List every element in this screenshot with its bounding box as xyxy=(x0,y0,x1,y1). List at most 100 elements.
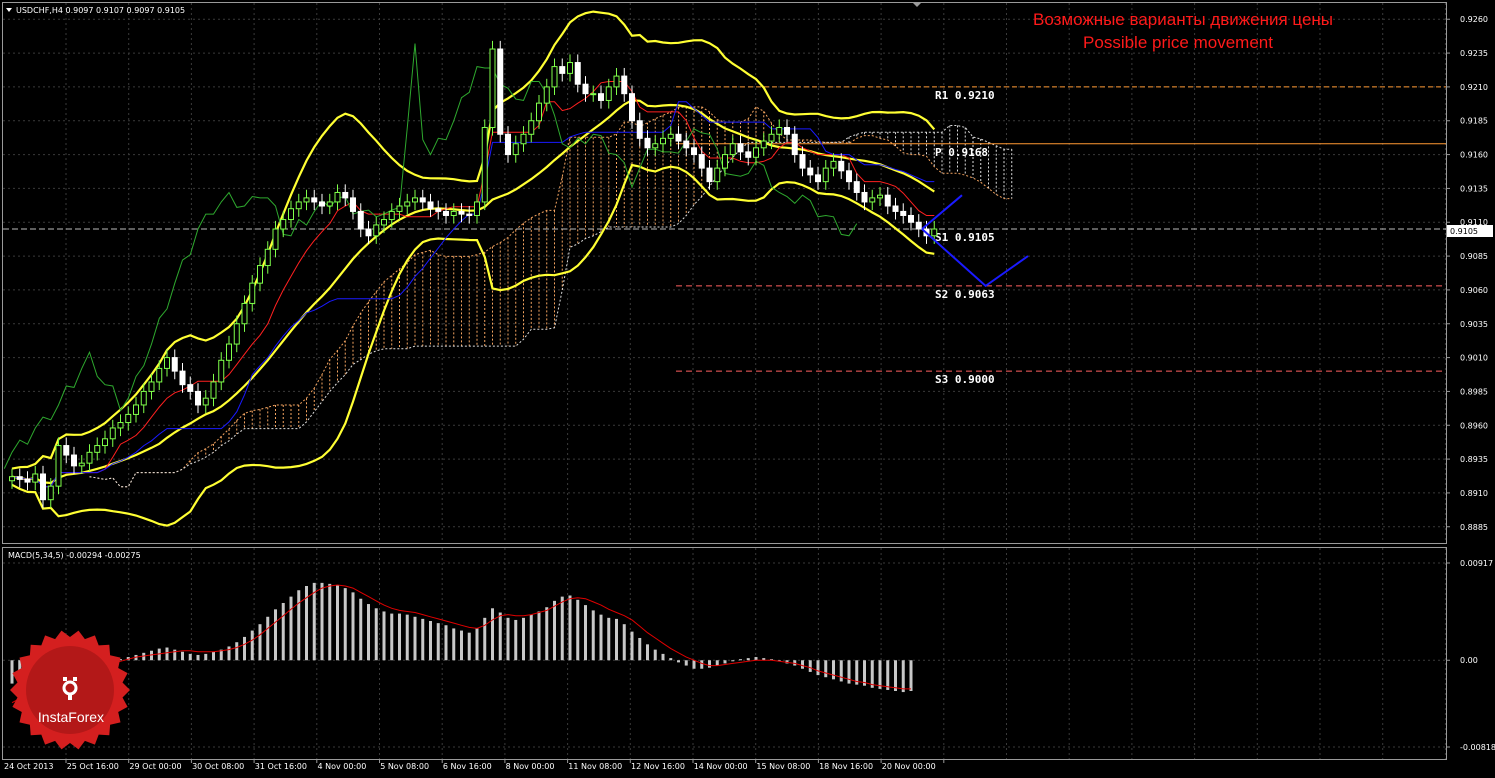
candle-body xyxy=(264,248,271,267)
candle-body xyxy=(489,48,496,129)
time-tick-label: 5 Nov 08:00 xyxy=(380,762,429,771)
candle-body xyxy=(629,93,635,122)
candle-body xyxy=(543,86,550,104)
candle-body xyxy=(202,397,209,406)
candle-body xyxy=(226,343,232,361)
time-tick-label: 30 Oct 08:00 xyxy=(192,762,244,771)
candle-body xyxy=(140,390,147,406)
candle-body xyxy=(613,75,620,88)
candle-body xyxy=(195,390,201,406)
candle-body xyxy=(117,422,124,429)
candle-body xyxy=(458,210,465,215)
candle-body xyxy=(675,133,682,142)
annotation-line-en: Possible price movement xyxy=(1083,33,1273,52)
candle-body xyxy=(908,214,914,223)
candle-body xyxy=(71,454,77,467)
candle-body xyxy=(760,140,767,149)
chart-window[interactable]: R1 0.9210 P 0.9168 S1 0.9105 S2 0.9063 S3 0.… xyxy=(0,0,1495,774)
price-badge-value: 0.9105 xyxy=(1450,227,1478,236)
candle-body xyxy=(590,93,597,96)
price-tick-label: 0.9135 xyxy=(1460,184,1488,193)
candle-body xyxy=(892,205,899,212)
time-tick-label: 14 Nov 00:00 xyxy=(694,762,748,771)
time-tick-label: 18 Nov 16:00 xyxy=(819,762,873,771)
candle-body xyxy=(412,197,418,203)
price-tick-label: 0.9260 xyxy=(1460,15,1488,24)
candle-body xyxy=(815,174,821,183)
candle-body xyxy=(133,404,139,415)
candle-body xyxy=(691,147,697,156)
candle-body xyxy=(729,143,736,156)
candle-body xyxy=(768,133,775,142)
candle-body xyxy=(830,160,837,169)
candle-body xyxy=(210,381,217,399)
candle-body xyxy=(295,201,302,210)
candle-body xyxy=(233,323,240,345)
candle-body xyxy=(753,147,759,158)
price-tick-label: 0.8960 xyxy=(1460,421,1488,430)
candle-body xyxy=(419,197,426,203)
candle-body xyxy=(365,228,372,237)
candle-body xyxy=(838,160,845,172)
candle-body xyxy=(683,140,690,149)
candle-body xyxy=(40,473,46,501)
candle-body xyxy=(156,367,163,383)
candle-body xyxy=(900,210,907,216)
macd-tick-label: 0.00917 xyxy=(1460,559,1493,568)
trading-chart[interactable]: R1 0.9210 P 0.9168 S1 0.9105 S2 0.9063 S3 0.… xyxy=(0,0,1495,774)
price-tick-label: 0.8985 xyxy=(1460,387,1488,396)
time-tick-label: 11 Nov 08:00 xyxy=(568,762,622,771)
candle-body xyxy=(776,127,783,135)
level-label: P 0.9168 xyxy=(935,146,988,159)
candle-body xyxy=(582,83,589,95)
candle-body xyxy=(652,143,659,149)
symbol-info: USDCHF,H4 0.9097 0.9107 0.9097 0.9105 xyxy=(6,6,185,15)
time-tick-label: 24 Oct 2013 xyxy=(4,762,53,771)
candle-body xyxy=(288,208,294,221)
candle-body xyxy=(388,210,395,221)
candle-body xyxy=(722,154,728,169)
candle-body xyxy=(474,201,480,216)
candle-body xyxy=(807,167,814,176)
candle-body xyxy=(915,221,922,230)
candle-body xyxy=(342,191,349,199)
candle-body xyxy=(644,137,651,149)
candle-body xyxy=(319,201,325,207)
candle-body xyxy=(536,102,542,122)
candle-body xyxy=(598,93,604,101)
candle-body xyxy=(55,445,62,487)
price-tick-label: 0.9160 xyxy=(1460,151,1488,160)
candle-body xyxy=(164,357,170,369)
price-tick-label: 0.9210 xyxy=(1460,83,1488,92)
symbol-info-text: USDCHF,H4 0.9097 0.9107 0.9097 0.9105 xyxy=(16,6,185,15)
candle-body xyxy=(435,208,442,212)
level-label: S2 0.9063 xyxy=(935,288,995,301)
time-tick-label: 15 Nov 08:00 xyxy=(756,762,810,771)
candle-body xyxy=(218,359,225,383)
candle-body xyxy=(667,133,674,139)
candle-body xyxy=(559,66,566,74)
candle-body xyxy=(861,191,868,203)
macd-tick-label: 0.00 xyxy=(1460,656,1478,665)
candle-body xyxy=(303,197,310,203)
candle-body xyxy=(636,120,643,139)
candle-body xyxy=(241,302,248,325)
candle-body xyxy=(481,127,488,203)
candle-body xyxy=(350,197,356,212)
candle-body xyxy=(63,445,70,456)
time-tick-label: 6 Nov 16:00 xyxy=(443,762,492,771)
macd-header-text: MACD(5,34,5) -0.00294 -0.00275 xyxy=(8,551,141,560)
candle-body xyxy=(86,451,93,464)
level-label: S1 0.9105 xyxy=(935,231,995,244)
candle-body xyxy=(505,133,511,156)
candle-body xyxy=(102,438,108,447)
price-tick-label: 0.8885 xyxy=(1460,523,1488,532)
candle-body xyxy=(171,357,178,372)
candle-body xyxy=(280,219,287,230)
candle-body xyxy=(381,219,387,226)
candle-body xyxy=(125,413,132,424)
candle-body xyxy=(784,127,790,135)
candle-body xyxy=(706,167,713,183)
price-tick-label: 0.9010 xyxy=(1460,354,1488,363)
candle-body xyxy=(822,167,829,183)
